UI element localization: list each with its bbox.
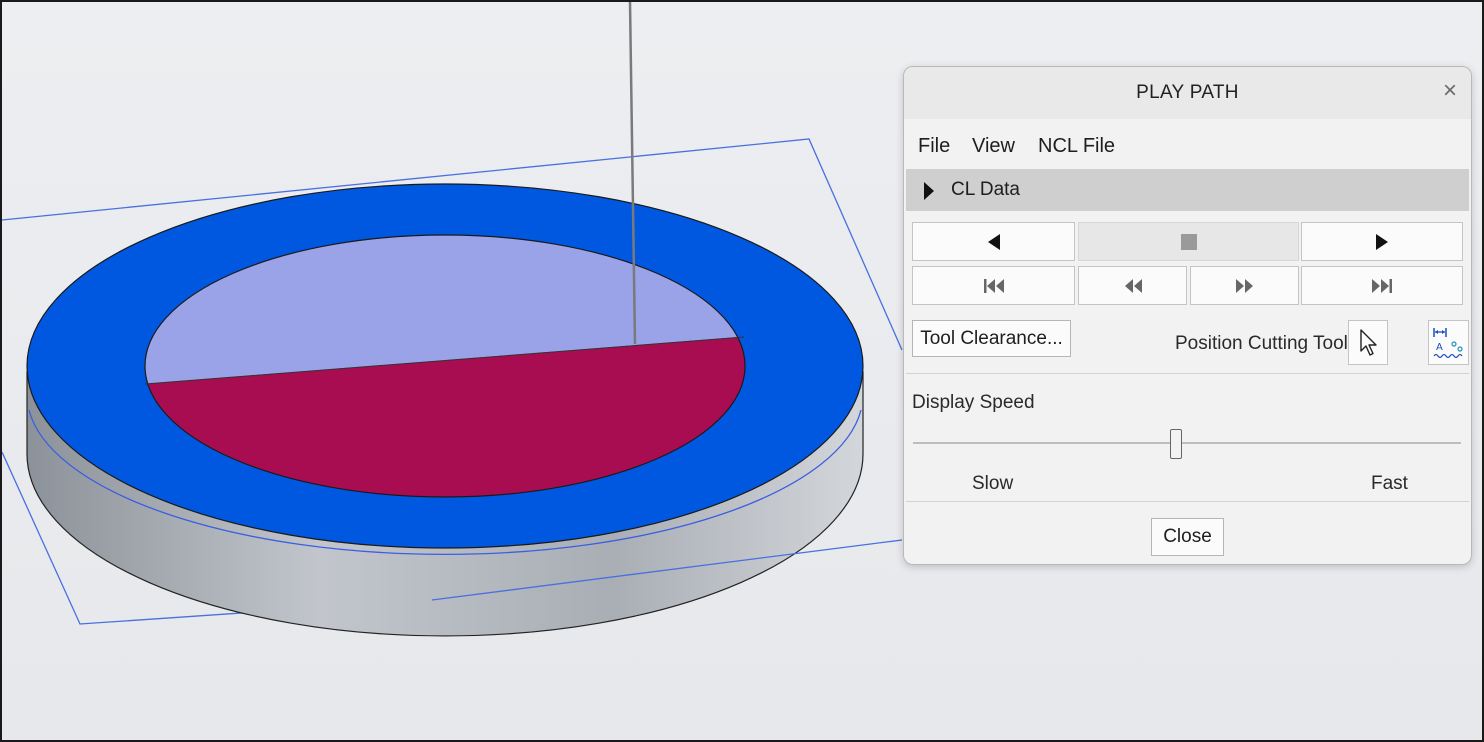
go-to-start-button[interactable] [912, 266, 1075, 305]
cl-data-expander[interactable]: CL Data [906, 169, 1469, 211]
close-button[interactable]: Close [1151, 518, 1224, 556]
dialog-title: PLAY PATH [1136, 82, 1239, 103]
stop-icon [1180, 233, 1197, 250]
step-back-button[interactable] [912, 222, 1075, 261]
close-icon[interactable]: × [1443, 79, 1457, 103]
fast-forward-icon [1235, 278, 1253, 293]
tool-settings-button[interactable]: A [1428, 320, 1469, 365]
separator [906, 373, 1469, 374]
position-cutting-tool-button[interactable] [1348, 320, 1388, 365]
slow-label: Slow [972, 473, 1014, 494]
menu-view[interactable]: View [972, 135, 1015, 158]
go-to-end-icon [1372, 278, 1392, 293]
app-window: PLAY PATH × File View NCL File CL Data T… [0, 0, 1484, 742]
play-path-dialog: PLAY PATH × File View NCL File CL Data T… [903, 66, 1472, 565]
speed-slider-track[interactable] [913, 442, 1461, 444]
play-button[interactable] [1301, 222, 1463, 261]
expand-arrow-icon [924, 182, 934, 200]
cursor-arrow-icon [1360, 328, 1377, 356]
stop-button[interactable] [1078, 222, 1299, 261]
menu-file[interactable]: File [918, 135, 950, 158]
menu-ncl-file[interactable]: NCL File [1038, 135, 1115, 158]
step-back-icon [987, 233, 1000, 250]
display-speed-label: Display Speed [912, 392, 1035, 413]
rewind-icon [1124, 278, 1142, 293]
cl-data-label: CL Data [951, 179, 1020, 200]
menu-bar: File View NCL File [904, 123, 1471, 167]
position-cutting-tool-label: Position Cutting Tool [1175, 333, 1348, 354]
rewind-button[interactable] [1078, 266, 1187, 305]
tool-offset-icon: A [1432, 327, 1463, 358]
play-icon [1376, 233, 1388, 250]
fast-label: Fast [1371, 473, 1408, 494]
go-to-start-icon [983, 278, 1004, 293]
fast-forward-button[interactable] [1190, 266, 1299, 305]
go-to-end-button[interactable] [1301, 266, 1463, 305]
dialog-titlebar[interactable]: PLAY PATH × [904, 67, 1471, 119]
separator [906, 501, 1469, 502]
svg-text:A: A [1436, 342, 1443, 353]
speed-slider-thumb[interactable] [1170, 429, 1183, 459]
tool-clearance-button[interactable]: Tool Clearance... [912, 320, 1071, 357]
